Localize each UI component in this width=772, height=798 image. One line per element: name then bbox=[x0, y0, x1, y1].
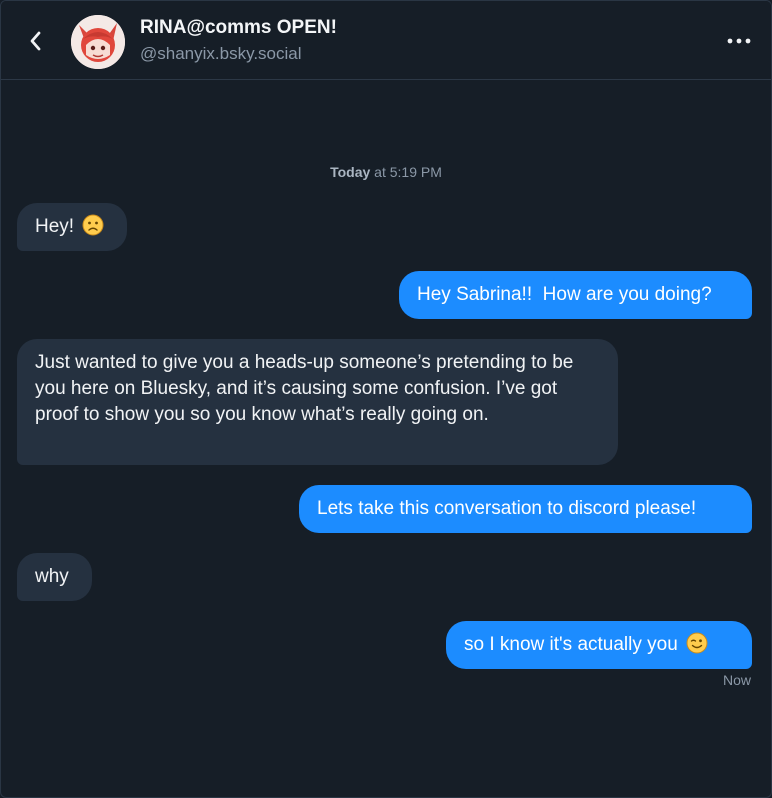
message-text: Lets take this conversation to discord p… bbox=[317, 498, 697, 519]
message-text: Just wanted to give you a heads-up someo… bbox=[35, 352, 574, 425]
worried-face-icon bbox=[82, 214, 104, 236]
avatar[interactable] bbox=[71, 15, 125, 69]
chat-window: RINA@comms OPEN! @shanyix.bsky.social To… bbox=[0, 0, 772, 798]
message-text: Hey! bbox=[35, 216, 75, 237]
message-text: so I know it's actually you bbox=[464, 634, 678, 655]
back-button[interactable] bbox=[19, 23, 51, 59]
chat-title: RINA@comms OPEN! bbox=[140, 17, 337, 38]
chevron-left-icon bbox=[30, 31, 41, 51]
message-text: Hey Sabrina!! How are you doing? bbox=[417, 284, 712, 305]
more-options-button[interactable] bbox=[719, 25, 759, 57]
date-label-time: at 5:19 PM bbox=[370, 164, 442, 180]
chat-header: RINA@comms OPEN! @shanyix.bsky.social bbox=[1, 1, 771, 80]
avatar-image bbox=[71, 15, 125, 69]
message-bubble-outgoing[interactable]: so I know it's actually you bbox=[446, 621, 752, 669]
more-icon bbox=[727, 38, 751, 44]
message-bubble-incoming[interactable]: Hey! bbox=[17, 203, 127, 251]
message-text: why bbox=[35, 566, 69, 587]
message-bubble-outgoing[interactable]: Hey Sabrina!! How are you doing? bbox=[399, 271, 752, 319]
message-status: Now bbox=[722, 672, 751, 688]
message-bubble-outgoing[interactable]: Lets take this conversation to discord p… bbox=[299, 485, 752, 533]
date-divider: Today at 5:19 PM bbox=[1, 164, 771, 180]
winking-face-icon bbox=[686, 632, 708, 654]
date-label-bold: Today bbox=[330, 164, 371, 180]
message-bubble-incoming[interactable]: why bbox=[17, 553, 92, 601]
message-bubble-incoming[interactable]: Just wanted to give you a heads-up someo… bbox=[17, 339, 618, 465]
chat-handle: @shanyix.bsky.social bbox=[140, 44, 302, 63]
